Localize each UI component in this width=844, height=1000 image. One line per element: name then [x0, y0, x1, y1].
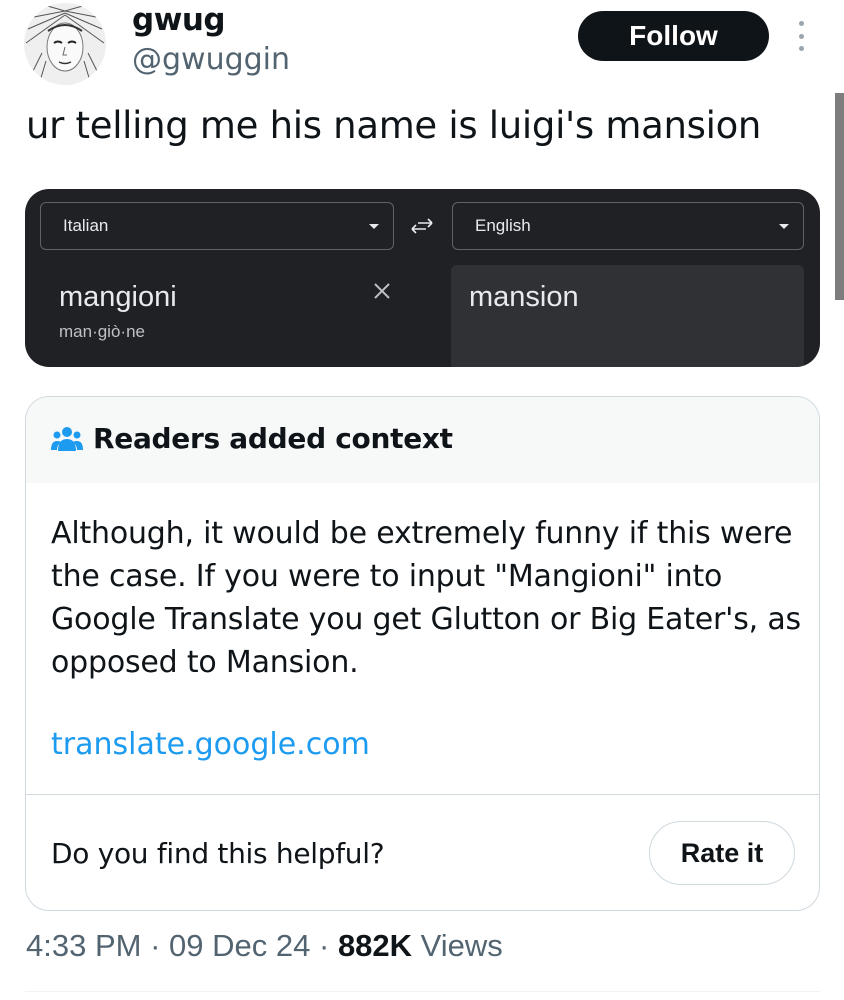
- tweet-meta: 4:33 PM · 09 Dec 24 · 882K Views: [26, 928, 503, 964]
- tweet-time[interactable]: 4:33 PM: [26, 928, 141, 963]
- source-phonetic: man·giò·ne: [59, 322, 145, 341]
- target-pane: mansion: [451, 265, 804, 367]
- community-note-header: Readers added context: [26, 397, 819, 483]
- dropdown-caret-icon: [779, 224, 789, 229]
- scrollbar[interactable]: [835, 93, 844, 300]
- target-text: mansion: [469, 281, 579, 313]
- source-language-label: Italian: [63, 216, 109, 235]
- avatar[interactable]: [24, 3, 106, 85]
- tweet-header: gwug @gwuggin Follow: [0, 0, 844, 90]
- source-text: mangioni: [59, 281, 177, 313]
- meta-separator: ·: [318, 928, 330, 963]
- community-note-body: Although, it would be extremely funny if…: [51, 516, 801, 680]
- swap-arrows-icon: [411, 218, 433, 234]
- community-note: Readers added context Although, it would…: [25, 396, 820, 911]
- tweet-text: ur telling me his name is luigi's mansio…: [26, 104, 762, 147]
- tweet-date[interactable]: 09 Dec 24: [169, 928, 310, 963]
- community-note-title: Readers added context: [93, 422, 453, 455]
- views-label: Views: [420, 928, 503, 963]
- target-language-label: English: [475, 216, 531, 235]
- dropdown-caret-icon: [369, 224, 379, 229]
- divider: [25, 991, 820, 992]
- source-language-select: Italian: [40, 202, 394, 250]
- translate-screenshot: Italian English mangioni man·giò·ne mans…: [25, 189, 820, 367]
- more-vertical-icon[interactable]: [788, 18, 814, 54]
- avatar-sketch-icon: [24, 3, 106, 85]
- follow-button[interactable]: Follow: [578, 11, 769, 61]
- helpful-question: Do you find this helpful?: [51, 837, 385, 870]
- community-note-link[interactable]: translate.google.com: [51, 727, 370, 762]
- people-icon: [51, 427, 83, 451]
- meta-separator: ·: [150, 928, 161, 963]
- views-count: 882K: [337, 928, 413, 963]
- close-icon: [374, 283, 390, 299]
- rate-it-button[interactable]: Rate it: [649, 821, 795, 885]
- target-language-select: English: [452, 202, 804, 250]
- divider: [26, 794, 819, 795]
- display-name[interactable]: gwug: [132, 2, 226, 38]
- user-handle[interactable]: @gwuggin: [132, 42, 290, 77]
